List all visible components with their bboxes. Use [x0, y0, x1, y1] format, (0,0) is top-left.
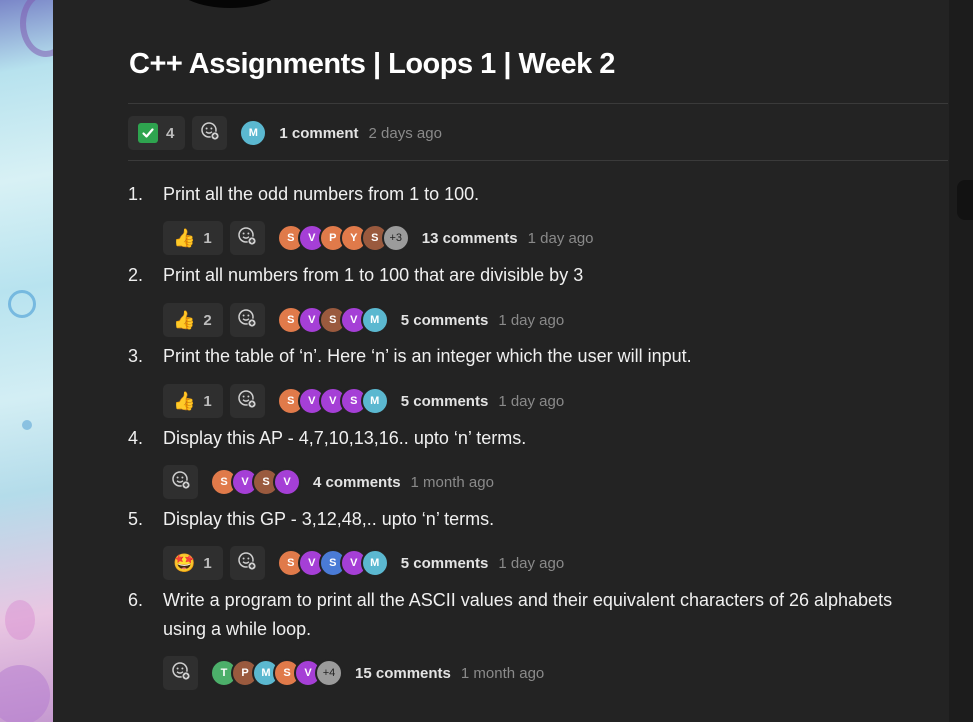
desktop-wallpaper [0, 0, 53, 722]
reaction-count: 1 [203, 392, 212, 410]
star-struck-icon: 🤩 [173, 553, 196, 573]
timestamp: 1 month ago [410, 473, 494, 491]
add-reaction-icon [237, 308, 257, 333]
page-cover-image [173, 0, 287, 8]
timestamp: 1 month ago [460, 664, 545, 682]
comment-count[interactable]: 5 comments [401, 555, 489, 572]
add-reaction-icon [200, 121, 220, 146]
add-reaction-button[interactable] [163, 656, 198, 690]
item-number: 1. [128, 184, 144, 204]
avatar[interactable]: M [239, 119, 268, 147]
reaction-button[interactable]: 4 [128, 116, 186, 150]
more-avatars-badge[interactable]: +3 [381, 224, 410, 252]
item-number: 6. [128, 590, 144, 610]
comment-count[interactable]: 15 comments [355, 665, 451, 682]
more-avatars-badge[interactable]: +4 [315, 659, 343, 687]
comment-count[interactable]: 1 comment [279, 125, 358, 142]
thumbs-up-icon: 👍 [173, 228, 196, 248]
reaction-button[interactable]: 👍 2 [163, 303, 223, 337]
add-reaction-icon [237, 226, 257, 251]
item-number: 2. [128, 265, 144, 285]
add-reaction-button[interactable] [163, 465, 198, 499]
item-meta-row: T P M S V +4 15 comments 1 month ago [163, 656, 544, 690]
reaction-count: 4 [166, 124, 175, 142]
comment-count[interactable]: 13 comments [422, 230, 518, 247]
reaction-count: 1 [203, 229, 212, 247]
item-meta-row: 👍 1 S V P Y S +3 13 comments 1 day ago [163, 221, 594, 255]
comment-count[interactable]: 5 comments [401, 393, 489, 410]
thumbs-up-icon: 👍 [173, 391, 196, 411]
item-meta-row: 👍 1 SVVSM 5 comments 1 day ago [163, 384, 564, 418]
add-reaction-button[interactable] [229, 384, 265, 418]
item-text: Print all the odd numbers from 1 to 100. [163, 184, 480, 204]
commenter-avatars: SVSVM [276, 306, 389, 334]
item-number: 3. [128, 346, 144, 366]
item-number: 4. [128, 428, 144, 448]
avatar[interactable]: M [360, 306, 389, 334]
timestamp: 1 day ago [527, 229, 594, 247]
timestamp: 1 day ago [498, 311, 565, 329]
commenter-avatars: M [239, 119, 268, 147]
reaction-button[interactable]: 👍 1 [163, 384, 223, 418]
add-reaction-button[interactable] [192, 116, 228, 150]
commenter-avatars: T P M S V +4 [210, 659, 343, 687]
divider [128, 103, 948, 104]
commenter-avatars: SVSVM [276, 549, 389, 577]
check-mark-icon [138, 123, 158, 143]
reaction-button[interactable]: 👍 1 [163, 221, 223, 255]
add-reaction-button[interactable] [229, 221, 265, 255]
avatar[interactable]: M [360, 387, 389, 415]
timestamp: 1 day ago [498, 554, 565, 572]
commenter-avatars: SVSV [210, 468, 301, 496]
avatar[interactable]: V [273, 468, 301, 496]
item-number: 5. [128, 509, 144, 529]
add-reaction-icon [171, 470, 191, 495]
page-title: C++ Assignments | Loops 1 | Week 2 [129, 48, 615, 80]
page-meta-row: 4 M 1 comment 2 days ago [128, 116, 442, 150]
add-reaction-button[interactable] [229, 303, 265, 337]
add-reaction-icon [237, 551, 257, 576]
timestamp: 2 days ago [368, 124, 442, 142]
add-reaction-button[interactable] [229, 546, 265, 580]
item-meta-row: 🤩 1 SVSVM 5 comments 1 day ago [163, 546, 564, 580]
item-text: Display this AP - 4,7,10,13,16.. upto ‘n… [163, 428, 527, 448]
item-meta-row: 👍 2 SVSVM 5 comments 1 day ago [163, 303, 564, 337]
item-text: Print all numbers from 1 to 100 that are… [163, 265, 584, 285]
item-text: Write a program to print all the ASCII v… [163, 590, 893, 639]
item-text: Print the table of ‘n’. Here ‘n’ is an i… [163, 346, 692, 366]
divider [128, 160, 948, 161]
add-reaction-icon [237, 389, 257, 414]
commenter-avatars: S V P Y S +3 [276, 224, 410, 252]
timestamp: 1 day ago [498, 392, 565, 410]
item-text: Display this GP - 3,12,48,.. upto ‘n’ te… [163, 509, 495, 529]
comment-count[interactable]: 4 comments [313, 474, 401, 491]
commenter-avatars: SVVSM [276, 387, 389, 415]
reaction-count: 2 [203, 311, 212, 329]
window-edge [949, 0, 973, 722]
add-reaction-icon [171, 661, 191, 686]
thumbs-up-icon: 👍 [173, 310, 196, 330]
avatar[interactable]: M [360, 549, 389, 577]
reaction-button[interactable]: 🤩 1 [163, 546, 223, 580]
comment-count[interactable]: 5 comments [401, 312, 489, 329]
reaction-count: 1 [203, 554, 212, 572]
item-meta-row: SVSV 4 comments 1 month ago [163, 465, 494, 499]
